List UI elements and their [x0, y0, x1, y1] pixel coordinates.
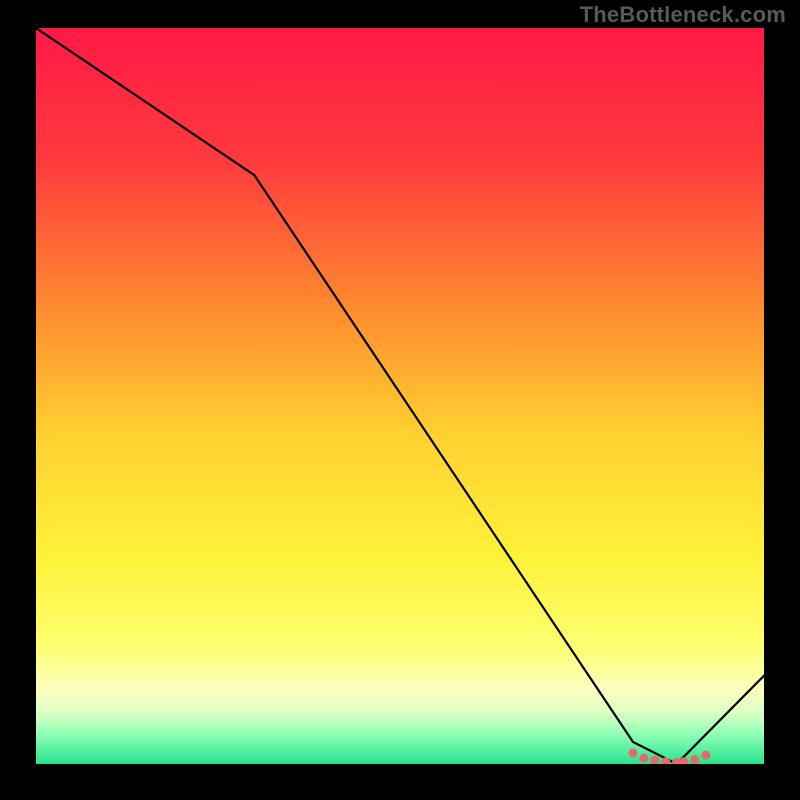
plot-area: [36, 28, 764, 764]
data-marker: [639, 754, 648, 763]
data-marker: [628, 748, 637, 757]
gradient-background: [36, 28, 764, 764]
chart-svg: [36, 28, 764, 764]
data-marker: [701, 751, 710, 760]
chart-frame: TheBottleneck.com: [0, 0, 800, 800]
data-marker: [690, 755, 699, 764]
attribution-label: TheBottleneck.com: [580, 2, 786, 28]
